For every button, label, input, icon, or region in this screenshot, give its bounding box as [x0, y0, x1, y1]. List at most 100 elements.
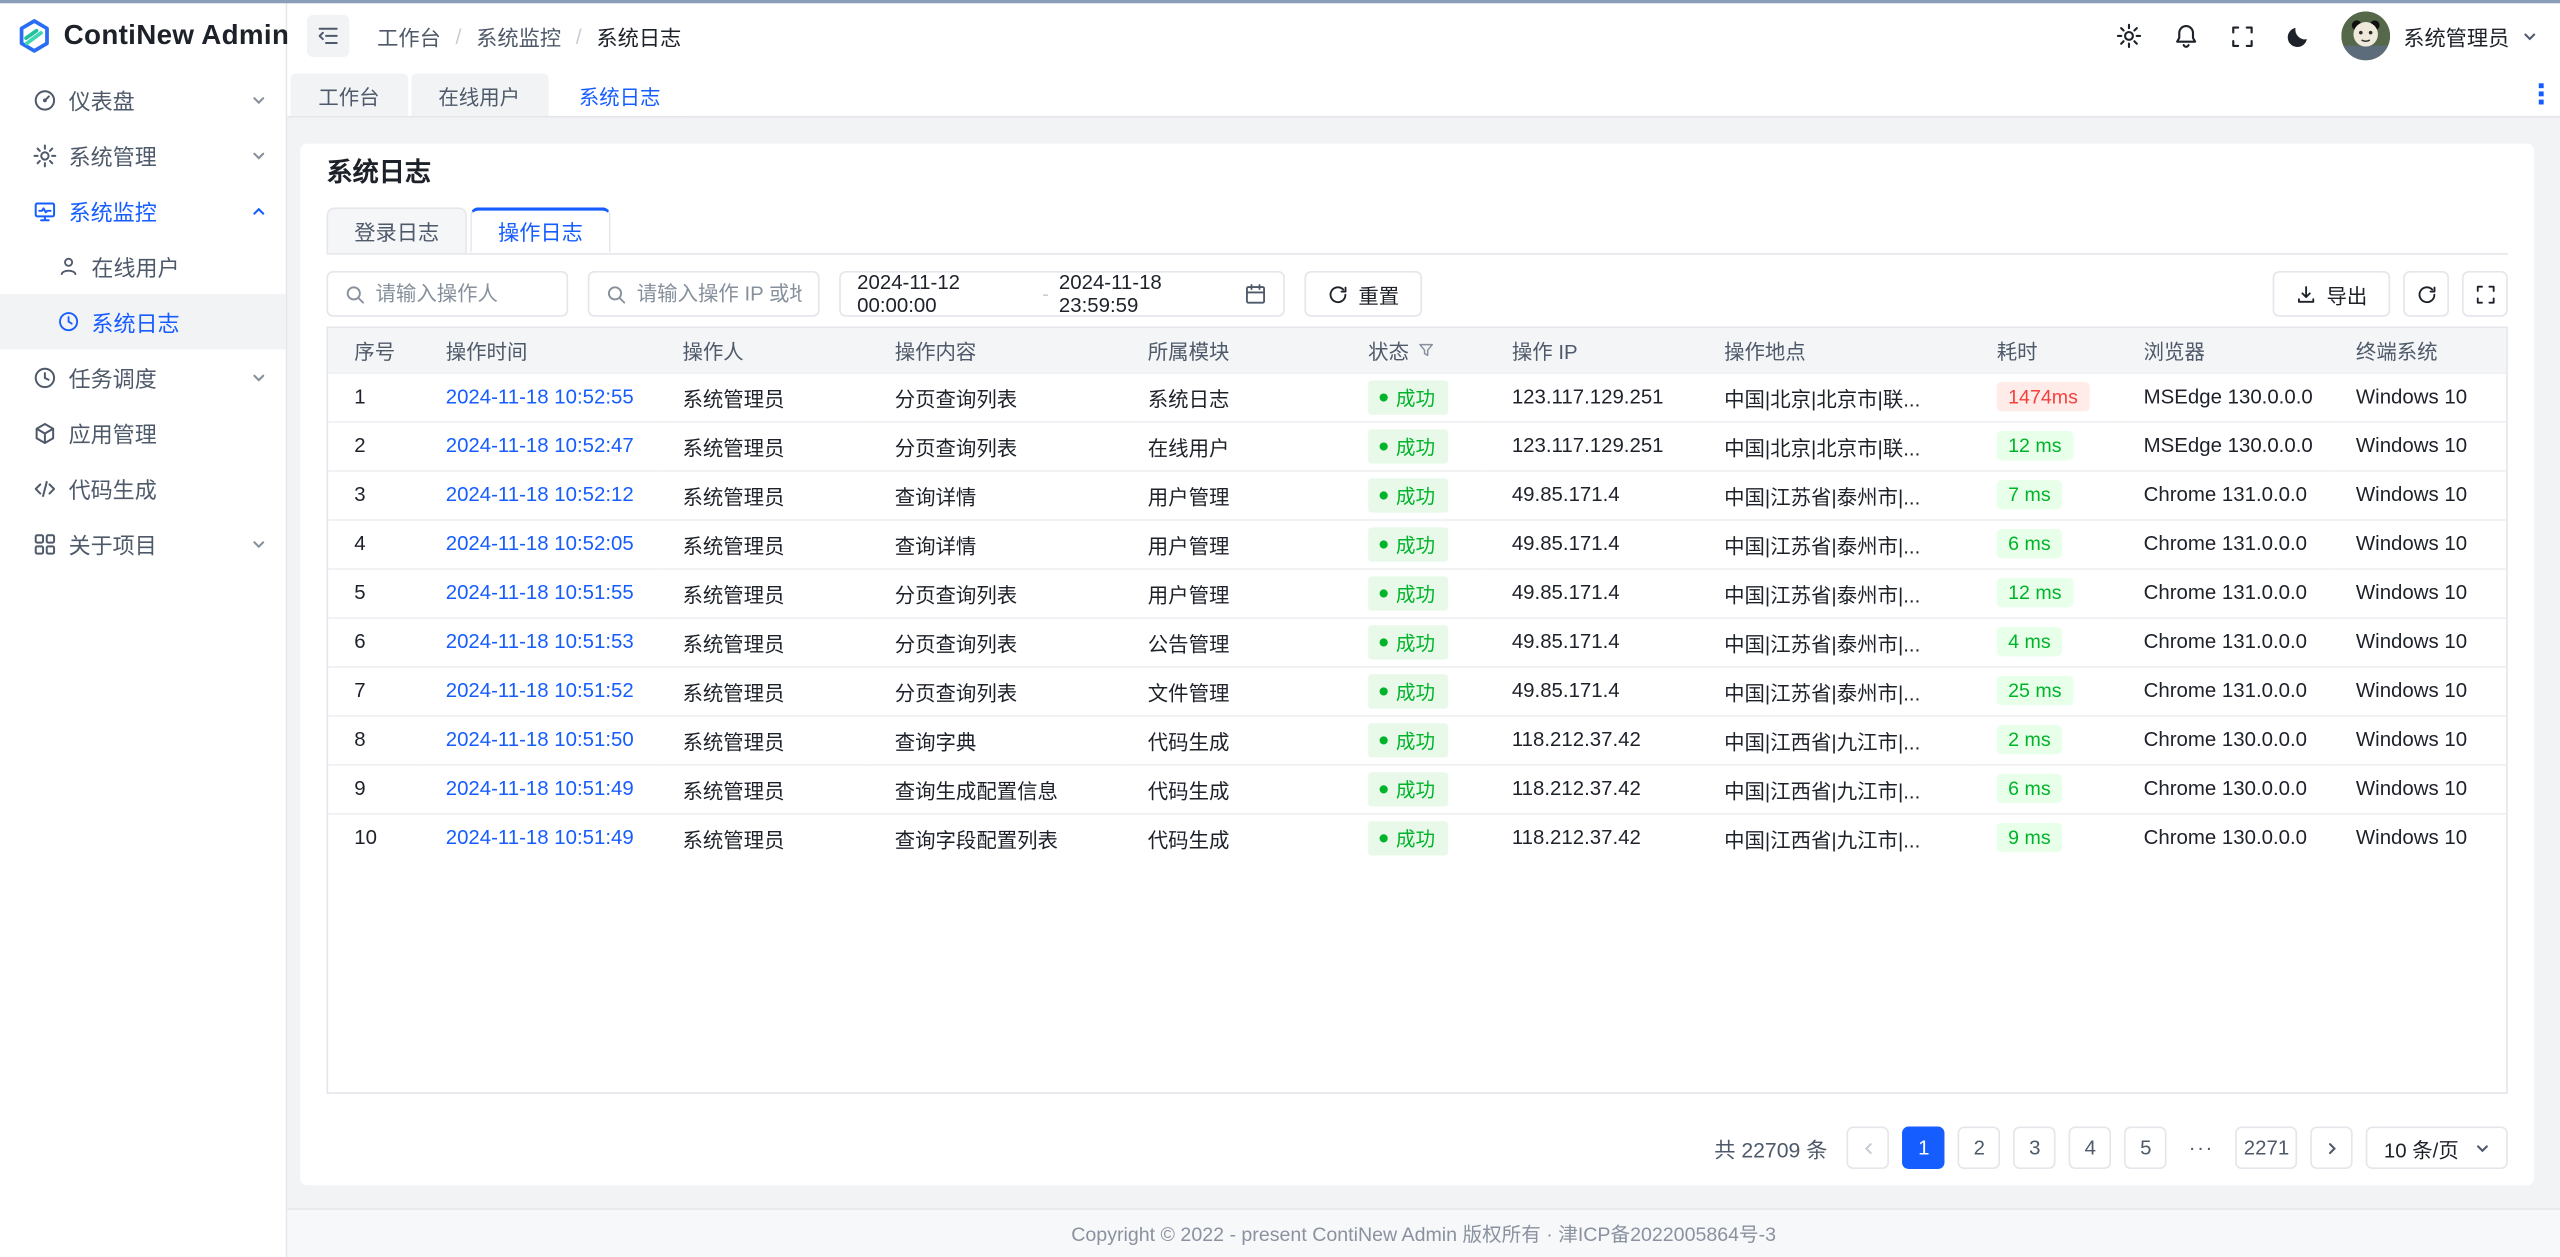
sidebar-item-system-management[interactable]: 系统管理: [0, 127, 286, 183]
sidebar-item-label: 任务调度: [69, 361, 157, 394]
dark-mode-moon-icon[interactable]: [2286, 24, 2310, 48]
status-dot-icon: [1380, 834, 1388, 842]
avatar: [2341, 11, 2390, 60]
breadcrumb-item[interactable]: 系统监控: [476, 20, 561, 51]
sidebar-item-system-monitor[interactable]: 系统监控: [0, 183, 286, 239]
log-time-link[interactable]: 2024-11-18 10:52:05: [446, 532, 634, 555]
cell-os: Windows 10: [2330, 421, 2506, 470]
user-icon: [57, 255, 80, 278]
log-time-link[interactable]: 2024-11-18 10:52:55: [446, 385, 634, 408]
date-range-picker[interactable]: 2024-11-12 00:00:00 - 2024-11-18 23:59:5…: [839, 271, 1285, 317]
cell-content: 查询生成配置信息: [869, 764, 1122, 813]
page-button-3[interactable]: 3: [2014, 1127, 2056, 1169]
sidebar-item-task-schedule[interactable]: 任务调度: [0, 349, 286, 405]
footer: Copyright © 2022 - present ContiNew Admi…: [287, 1208, 2560, 1257]
log-time-link[interactable]: 2024-11-18 10:51:49: [446, 777, 634, 800]
cell-os: Windows 10: [2330, 470, 2506, 519]
tab-system-log[interactable]: 系统日志: [551, 73, 688, 115]
page-button-4[interactable]: 4: [2069, 1127, 2111, 1169]
ip-search-input[interactable]: [637, 282, 802, 305]
cell-os: Windows 10: [2330, 666, 2506, 715]
table-row: 6 2024-11-18 10:51:53 系统管理员 分页查询列表 公告管理 …: [328, 617, 2506, 666]
sidebar-item-label: 应用管理: [69, 416, 157, 449]
cell-browser: Chrome 131.0.0.0: [2118, 519, 2330, 568]
duration-badge: 2 ms: [1997, 725, 2062, 754]
page-button-1[interactable]: 1: [1903, 1127, 1945, 1169]
cell-module: 代码生成: [1122, 764, 1342, 813]
log-time-link[interactable]: 2024-11-18 10:52:12: [446, 483, 634, 506]
chevron-down-icon: [2522, 29, 2537, 44]
grid-icon: [33, 531, 57, 555]
page-button-5[interactable]: 5: [2125, 1127, 2167, 1169]
reset-button[interactable]: 重置: [1304, 271, 1422, 317]
cell-location: 中国|江西省|九江市|...: [1698, 764, 1971, 813]
table-toolbar: 导出: [2273, 271, 2508, 317]
cell-location: 中国|江苏省|泰州市|...: [1698, 666, 1971, 715]
prev-page-button[interactable]: [1847, 1127, 1889, 1169]
status-dot-icon: [1380, 784, 1388, 792]
tab-workbench[interactable]: 工作台: [291, 73, 408, 115]
cell-ip: 123.117.129.251: [1486, 372, 1698, 421]
cell-content: 分页查询列表: [869, 666, 1122, 715]
tab-actions-more-icon[interactable]: [2539, 83, 2544, 104]
page-button-2[interactable]: 2: [1958, 1127, 2000, 1169]
page-button-last[interactable]: 2271: [2236, 1127, 2298, 1169]
log-time-link[interactable]: 2024-11-18 10:51:53: [446, 630, 634, 653]
refresh-table-button[interactable]: [2403, 271, 2449, 317]
sidebar-item-online-users[interactable]: 在线用户: [0, 238, 286, 294]
cell-ip: 49.85.171.4: [1486, 568, 1698, 617]
fullscreen-table-button[interactable]: [2462, 271, 2508, 317]
export-button[interactable]: 导出: [2273, 271, 2391, 317]
cell-module: 文件管理: [1122, 666, 1342, 715]
next-page-button[interactable]: [2310, 1127, 2352, 1169]
subtab-operation-log[interactable]: 操作日志: [470, 207, 610, 253]
sidebar-item-code-generation[interactable]: 代码生成: [0, 460, 286, 516]
table-header: 序号 操作时间 操作人 操作内容 所属模块 状态: [328, 328, 2506, 372]
sidebar-item-dashboard[interactable]: 仪表盘: [0, 72, 286, 128]
table-row: 5 2024-11-18 10:51:55 系统管理员 分页查询列表 用户管理 …: [328, 568, 2506, 617]
sidebar-collapse-button[interactable]: [307, 15, 349, 57]
log-type-tabs: 登录日志 操作日志: [327, 207, 2508, 254]
notification-bell-icon[interactable]: [2173, 23, 2199, 49]
cell-operator: 系统管理员: [656, 813, 868, 862]
table-row: 4 2024-11-18 10:52:05 系统管理员 查询详情 用户管理 成功…: [328, 519, 2506, 568]
cell-module: 公告管理: [1122, 617, 1342, 666]
sidebar-item-system-log[interactable]: 系统日志: [0, 294, 286, 350]
sidebar-item-label: 关于项目: [69, 527, 157, 560]
status-dot-icon: [1380, 442, 1388, 450]
clock-icon: [57, 310, 80, 333]
log-time-link[interactable]: 2024-11-18 10:51:52: [446, 679, 634, 702]
settings-gear-icon[interactable]: [2116, 23, 2142, 49]
code-icon: [33, 476, 57, 500]
cell-operator: 系统管理员: [656, 421, 868, 470]
log-time-link[interactable]: 2024-11-18 10:51:50: [446, 728, 634, 751]
breadcrumb: 工作台 / 系统监控 / 系统日志: [377, 20, 681, 51]
subtab-login-log[interactable]: 登录日志: [327, 207, 467, 253]
breadcrumb-item-current: 系统日志: [596, 20, 681, 51]
page-size-select[interactable]: 10 条/页: [2366, 1127, 2508, 1169]
tab-online-users[interactable]: 在线用户: [411, 73, 548, 115]
cell-content: 查询字段配置列表: [869, 813, 1122, 862]
user-menu[interactable]: 系统管理员: [2341, 11, 2537, 60]
operator-search-input[interactable]: [376, 282, 551, 305]
chevron-down-icon: [251, 536, 266, 551]
filter-funnel-icon[interactable]: [1417, 341, 1435, 359]
cell-location: 中国|江西省|九江市|...: [1698, 813, 1971, 862]
sidebar-item-app-management[interactable]: 应用管理: [0, 405, 286, 461]
page-ellipsis[interactable]: ···: [2180, 1127, 2222, 1169]
operator-search-field[interactable]: [327, 271, 569, 317]
sidebar-item-about-project[interactable]: 关于项目: [0, 516, 286, 572]
cell-content: 分页查询列表: [869, 617, 1122, 666]
status-text: 成功: [1396, 383, 1435, 411]
log-time-link[interactable]: 2024-11-18 10:51:55: [446, 581, 634, 604]
ip-search-field[interactable]: [588, 271, 820, 317]
cell-browser: Chrome 130.0.0.0: [2118, 715, 2330, 764]
table-row: 2 2024-11-18 10:52:47 系统管理员 分页查询列表 在线用户 …: [328, 421, 2506, 470]
cell-index: 5: [328, 568, 419, 617]
breadcrumb-item[interactable]: 工作台: [377, 20, 441, 51]
menu-fold-icon: [317, 24, 340, 47]
fullscreen-icon[interactable]: [2230, 24, 2254, 48]
cell-location: 中国|江苏省|泰州市|...: [1698, 519, 1971, 568]
log-time-link[interactable]: 2024-11-18 10:51:49: [446, 827, 634, 850]
log-time-link[interactable]: 2024-11-18 10:52:47: [446, 434, 634, 457]
